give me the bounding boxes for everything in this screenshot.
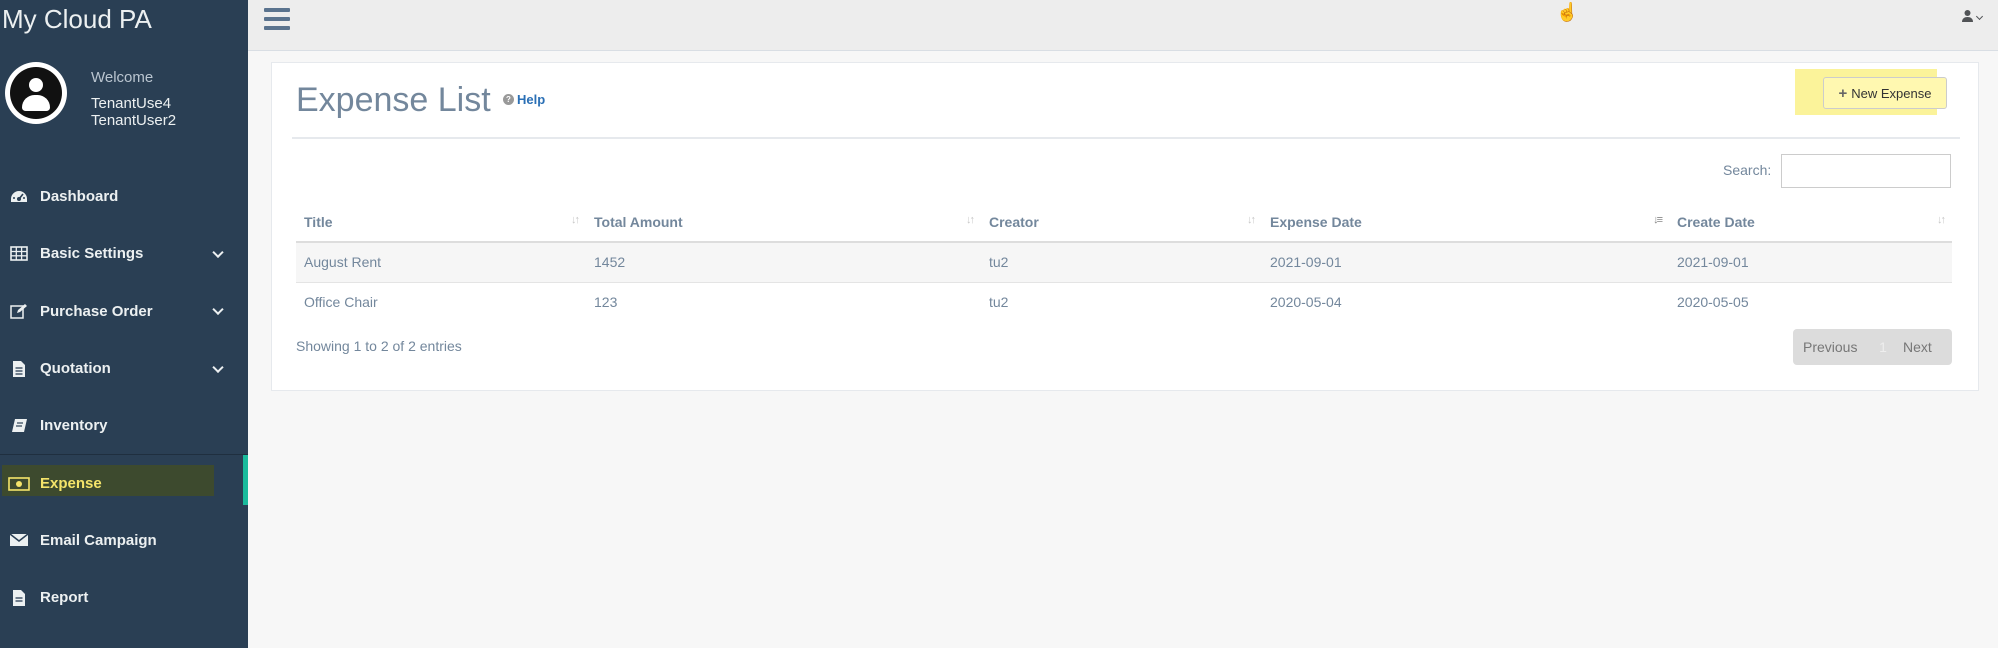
- sort-icon: ↓↑: [966, 214, 975, 226]
- search-input[interactable]: [1781, 154, 1951, 188]
- sidebar-item-label: Inventory: [40, 417, 108, 435]
- column-label: Title: [304, 213, 333, 230]
- cell-total-amount: 1452: [586, 241, 981, 282]
- book-icon: [8, 417, 30, 435]
- edit-icon: [8, 302, 30, 320]
- profile-panel: Welcome TenantUse4 TenantUser2: [0, 40, 248, 150]
- sidebar-item-expense[interactable]: Expense: [0, 454, 248, 511]
- column-label: Total Amount: [594, 213, 683, 230]
- user-name-2: TenantUser2: [91, 112, 177, 129]
- column-label: Expense Date: [1270, 213, 1362, 230]
- new-expense-button[interactable]: + New Expense: [1823, 77, 1947, 109]
- sidebar-item-label: Purchase Order: [40, 302, 153, 320]
- cell-create-date: 2021-09-01: [1669, 241, 1952, 282]
- expense-panel: Expense List ? Help + New Expense Search…: [271, 62, 1979, 391]
- cell-expense-date: 2021-09-01: [1262, 241, 1669, 282]
- avatar: [5, 62, 67, 124]
- sidebar-item-label: Expense: [40, 475, 102, 493]
- page-number[interactable]: 1: [1873, 339, 1893, 355]
- sort-icon: ↓↑: [1937, 214, 1946, 226]
- user-icon: [10, 67, 62, 119]
- sidebar-item-dashboard[interactable]: Dashboard: [0, 168, 248, 225]
- report-icon: [8, 589, 30, 607]
- column-header-expense-date[interactable]: Expense Date ↓≡: [1262, 202, 1669, 243]
- sidebar-item-label: Dashboard: [40, 188, 119, 206]
- cell-total-amount: 123: [586, 281, 981, 322]
- previous-button[interactable]: Previous: [1793, 339, 1873, 355]
- pagination: Previous 1 Next: [1793, 329, 1952, 365]
- column-label: Creator: [989, 213, 1039, 230]
- sort-icon: ↓↑: [571, 214, 580, 226]
- cell-create-date: 2020-05-05: [1669, 281, 1952, 322]
- document-icon: [8, 360, 30, 378]
- column-label: Create Date: [1677, 213, 1755, 230]
- sort-desc-icon: ↓≡: [1653, 214, 1663, 226]
- dashboard-icon: [8, 188, 30, 206]
- sidebar-item-label: Basic Settings: [40, 245, 144, 263]
- sort-icon: ↓↑: [1247, 214, 1256, 226]
- active-indicator: [243, 455, 248, 506]
- table-info: Showing 1 to 2 of 2 entries: [296, 338, 462, 354]
- cell-title: August Rent: [296, 241, 586, 282]
- sidebar-item-label: Email Campaign: [40, 531, 157, 549]
- question-icon: ?: [503, 94, 514, 105]
- active-highlight: [2, 465, 214, 497]
- cell-creator: tu2: [981, 281, 1262, 322]
- table-row[interactable]: August Rent 1452 tu2 2021-09-01 2021-09-…: [296, 241, 1952, 282]
- app-title[interactable]: My Cloud PA: [0, 0, 248, 40]
- hand-cursor-icon: ☝: [1556, 2, 1579, 22]
- divider: [292, 137, 1960, 139]
- new-expense-label: New Expense: [1851, 85, 1932, 101]
- search-label: Search:: [1723, 162, 1772, 178]
- page-title: Expense List: [296, 81, 491, 119]
- cell-title: Office Chair: [296, 281, 586, 322]
- chevron-down-icon: [1975, 12, 1984, 21]
- top-navbar: ☝: [248, 0, 1998, 51]
- expense-table: Title ↓↑ Total Amount ↓↑ Creator ↓↑ Expense…: [296, 202, 1952, 322]
- sidebar-item-email-campaign[interactable]: Email Campaign: [0, 512, 248, 569]
- table-header-row: Title ↓↑ Total Amount ↓↑ Creator ↓↑ Expense…: [296, 202, 1952, 243]
- chevron-down-icon: [212, 361, 224, 373]
- sidebar-menu: Dashboard Basic Settings Purchase Order …: [0, 168, 248, 626]
- user-icon: [1961, 9, 1974, 27]
- plus-icon: +: [1838, 84, 1848, 102]
- cell-expense-date: 2020-05-04: [1262, 281, 1669, 322]
- welcome-text: Welcome: [91, 69, 154, 86]
- column-header-title[interactable]: Title ↓↑: [296, 202, 586, 243]
- sidebar-item-basic-settings[interactable]: Basic Settings: [0, 225, 248, 282]
- chevron-down-icon: [212, 303, 224, 316]
- help-label: Help: [517, 92, 546, 107]
- user-dropdown[interactable]: [1961, 9, 1984, 27]
- column-header-create-date[interactable]: Create Date ↓↑: [1669, 202, 1952, 243]
- column-header-total-amount[interactable]: Total Amount ↓↑: [586, 202, 981, 243]
- sidebar-item-purchase-order[interactable]: Purchase Order: [0, 283, 248, 340]
- sidebar-item-label: Quotation: [40, 360, 111, 378]
- menu-toggle-icon[interactable]: [264, 8, 290, 30]
- user-name-1: TenantUse4: [91, 95, 172, 112]
- chevron-down-icon: [212, 246, 224, 258]
- envelope-icon: [8, 531, 30, 549]
- sidebar: My Cloud PA Welcome TenantUse4 TenantUse…: [0, 0, 248, 648]
- money-icon: [8, 475, 30, 493]
- column-header-creator[interactable]: Creator ↓↑: [981, 202, 1262, 243]
- help-link[interactable]: ? Help: [503, 92, 545, 107]
- sidebar-item-label: Report: [40, 589, 89, 607]
- next-button[interactable]: Next: [1903, 339, 1932, 355]
- table-icon: [8, 245, 30, 263]
- sidebar-item-inventory[interactable]: Inventory: [0, 397, 248, 454]
- sidebar-item-report[interactable]: Report: [0, 569, 248, 626]
- cell-creator: tu2: [981, 241, 1262, 282]
- sidebar-item-quotation[interactable]: Quotation: [0, 340, 248, 397]
- table-row[interactable]: Office Chair 123 tu2 2020-05-04 2020-05-…: [296, 281, 1952, 322]
